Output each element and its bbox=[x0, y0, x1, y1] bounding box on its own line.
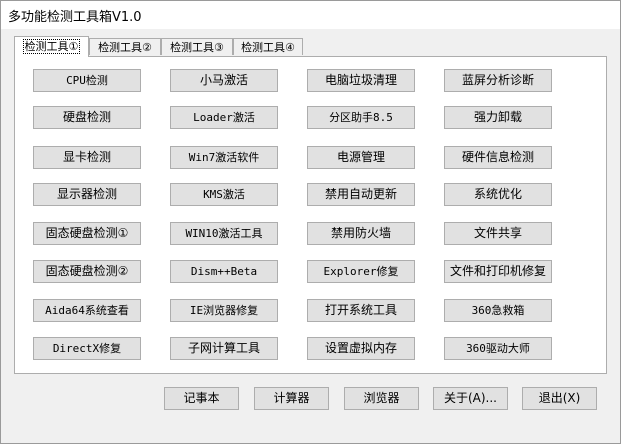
tab-panel-tools: CPU检测 硬盘检测 显卡检测 显示器检测 固态硬盘检测① 固态硬盘检测② Ai… bbox=[14, 56, 607, 374]
file-printer-repair-button[interactable]: 文件和打印机修复 bbox=[444, 260, 552, 283]
virtual-memory-button[interactable]: 设置虚拟内存 bbox=[307, 337, 415, 360]
tab-tool-4-label: 检测工具④ bbox=[241, 41, 295, 54]
tab-tool-2[interactable]: 检测工具② bbox=[89, 38, 161, 55]
ssd-check-1-button[interactable]: 固态硬盘检测① bbox=[33, 222, 141, 245]
junk-clean-button[interactable]: 电脑垃圾清理 bbox=[307, 69, 415, 92]
subnet-calc-button[interactable]: 子网计算工具 bbox=[170, 337, 278, 360]
window-title: 多功能检测工具箱V1.0 bbox=[8, 10, 142, 25]
explorer-repair-button[interactable]: Explorer修复 bbox=[307, 260, 415, 283]
browser-button[interactable]: 浏览器 bbox=[344, 387, 419, 410]
main-window: 多功能检测工具箱V1.0 检测工具① 检测工具② 检测工具③ 检测工具④ CPU… bbox=[0, 0, 621, 444]
ie-repair-button[interactable]: IE浏览器修复 bbox=[170, 299, 278, 322]
hardware-info-button[interactable]: 硬件信息检测 bbox=[444, 146, 552, 169]
about-button[interactable]: 关于(A)... bbox=[433, 387, 508, 410]
win7-activate-button[interactable]: Win7激活软件 bbox=[170, 146, 278, 169]
open-system-tools-button[interactable]: 打开系统工具 bbox=[307, 299, 415, 322]
dism-beta-button[interactable]: Dism++Beta bbox=[170, 260, 278, 283]
360-driver-button[interactable]: 360驱动大师 bbox=[444, 337, 552, 360]
tab-tool-2-label: 检测工具② bbox=[98, 41, 152, 54]
exit-button[interactable]: 退出(X) bbox=[522, 387, 597, 410]
win10-activate-button[interactable]: WIN10激活工具 bbox=[170, 222, 278, 245]
disable-auto-update-button[interactable]: 禁用自动更新 bbox=[307, 183, 415, 206]
notepad-button[interactable]: 记事本 bbox=[164, 387, 239, 410]
cpu-check-button[interactable]: CPU检测 bbox=[33, 69, 141, 92]
force-uninstall-button[interactable]: 强力卸载 bbox=[444, 106, 552, 129]
tab-tool-1-label: 检测工具① bbox=[22, 39, 81, 54]
tab-tool-4[interactable]: 检测工具④ bbox=[233, 38, 303, 55]
power-management-button[interactable]: 电源管理 bbox=[307, 146, 415, 169]
xiaoma-activate-button[interactable]: 小马激活 bbox=[170, 69, 278, 92]
loader-activate-button[interactable]: Loader激活 bbox=[170, 106, 278, 129]
kms-activate-button[interactable]: KMS激活 bbox=[170, 183, 278, 206]
file-share-button[interactable]: 文件共享 bbox=[444, 222, 552, 245]
tab-tool-3[interactable]: 检测工具③ bbox=[161, 38, 233, 55]
aida64-button[interactable]: Aida64系统查看 bbox=[33, 299, 141, 322]
bsod-analysis-button[interactable]: 蓝屏分析诊断 bbox=[444, 69, 552, 92]
partition-assistant-button[interactable]: 分区助手8.5 bbox=[307, 106, 415, 129]
gpu-check-button[interactable]: 显卡检测 bbox=[33, 146, 141, 169]
system-optimize-button[interactable]: 系统优化 bbox=[444, 183, 552, 206]
ssd-check-2-button[interactable]: 固态硬盘检测② bbox=[33, 260, 141, 283]
tab-tool-3-label: 检测工具③ bbox=[170, 41, 224, 54]
disk-check-button[interactable]: 硬盘检测 bbox=[33, 106, 141, 129]
tab-tool-1[interactable]: 检测工具① bbox=[14, 36, 89, 57]
monitor-check-button[interactable]: 显示器检测 bbox=[33, 183, 141, 206]
title-bar[interactable]: 多功能检测工具箱V1.0 bbox=[1, 1, 620, 29]
360-rescue-button[interactable]: 360急救箱 bbox=[444, 299, 552, 322]
directx-repair-button[interactable]: DirectX修复 bbox=[33, 337, 141, 360]
disable-firewall-button[interactable]: 禁用防火墙 bbox=[307, 222, 415, 245]
calculator-button[interactable]: 计算器 bbox=[254, 387, 329, 410]
